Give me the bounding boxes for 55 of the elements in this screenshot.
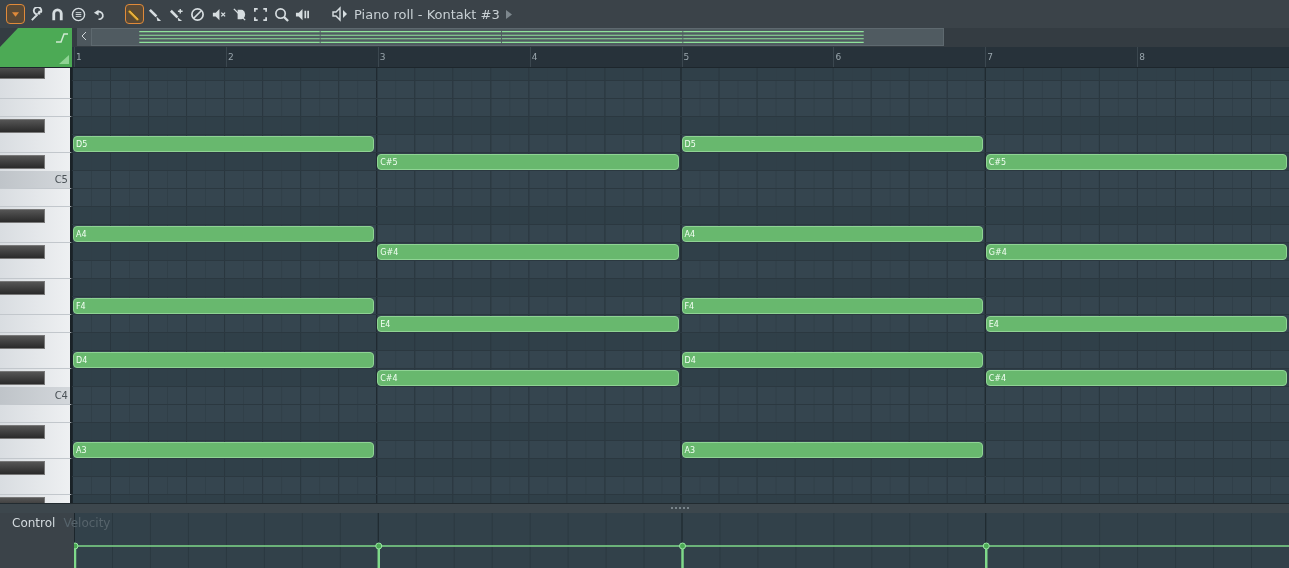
note[interactable]: D5 [681,136,983,152]
note[interactable]: A4 [73,226,375,242]
arrow-right-icon[interactable] [505,9,512,19]
piano-key[interactable] [0,225,72,243]
note[interactable]: A3 [73,442,375,458]
piano-key[interactable] [0,315,72,333]
bar-number: 3 [377,47,530,67]
note[interactable]: D5 [73,136,375,152]
note[interactable]: C#4 [377,370,679,386]
note[interactable]: D4 [681,352,983,368]
piano-key[interactable] [0,351,72,369]
pencil-icon[interactable] [125,4,144,24]
piano-key[interactable] [0,81,72,99]
speaker-icon[interactable] [332,6,348,22]
triangle-icon [59,55,69,64]
tool-tab[interactable] [0,28,72,47]
grip-icon[interactable] [670,507,691,510]
bar-number: 4 [529,47,682,67]
piano-key[interactable] [0,99,72,117]
piano-key[interactable] [0,441,72,459]
chevron-left-icon [81,31,87,41]
piano-key[interactable]: C4 [0,387,72,405]
bar-number: 2 [225,47,378,67]
scroll-left-button[interactable] [77,28,91,46]
piano-key[interactable] [0,405,72,423]
note[interactable]: C#5 [985,154,1287,170]
note[interactable]: A4 [681,226,983,242]
piano-key[interactable] [0,135,72,153]
piano-key[interactable] [0,261,72,279]
note[interactable]: C#4 [985,370,1287,386]
step-icon [56,32,68,43]
bar-number: 7 [985,47,1138,67]
note[interactable]: F4 [73,298,375,314]
bar-number: 1 [74,47,226,67]
control-label: Control [12,516,56,530]
bar-number: 5 [681,47,834,67]
window-title: Piano roll - Kontakt #3 [354,6,500,22]
bar-number: 8 [1137,47,1289,67]
piano-key[interactable] [0,477,72,495]
overview-drawing[interactable] [91,28,944,46]
bar-number: 6 [833,47,986,67]
note[interactable]: F4 [681,298,983,314]
note[interactable]: E4 [377,316,679,332]
piano-key[interactable] [0,297,72,315]
note[interactable]: D4 [73,352,375,368]
note[interactable]: G#4 [377,244,679,260]
dropdown-button[interactable] [6,4,25,24]
velocity-selector[interactable]: Velocity [63,516,111,530]
note[interactable]: E4 [985,316,1287,332]
note[interactable]: G#4 [985,244,1287,260]
piano-key[interactable]: C5 [0,171,72,189]
note[interactable]: A3 [681,442,983,458]
piano-key[interactable] [0,189,72,207]
note[interactable]: C#5 [377,154,679,170]
caret-icon [12,11,19,17]
